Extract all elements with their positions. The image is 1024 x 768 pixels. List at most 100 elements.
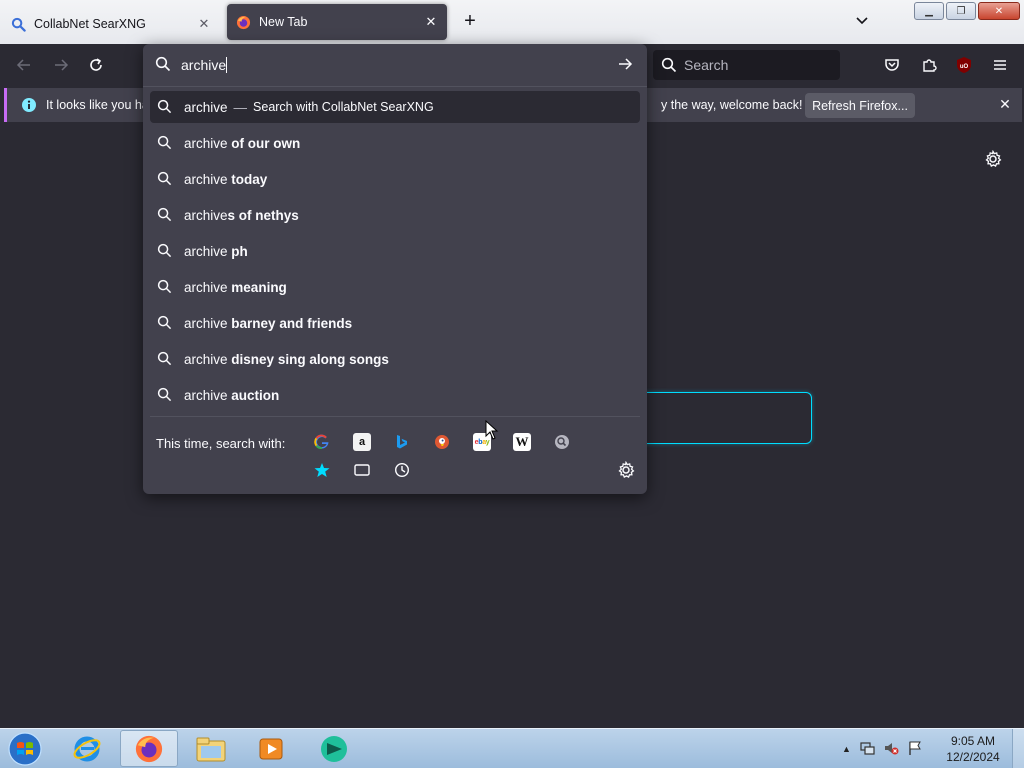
bing-icon[interactable]: [393, 433, 411, 451]
suggestion-suffix: barney and friends: [231, 315, 353, 331]
bookmarks-star-icon[interactable]: [313, 461, 331, 479]
suggestion-prefix: archive: [184, 243, 228, 259]
notice-text-continued: y the way, welcome back!: [661, 98, 803, 112]
maximize-button[interactable]: ❐: [946, 2, 976, 20]
suggestion-suffix: auction: [231, 387, 280, 403]
search-icon: [157, 135, 173, 151]
result-query: archive: [184, 99, 228, 115]
tab-searxng[interactable]: CollabNet SearXNG ✕: [2, 6, 220, 42]
google-icon[interactable]: [313, 433, 331, 451]
divider: [143, 86, 647, 87]
svg-text:uO: uO: [960, 64, 969, 70]
suggestion-prefix: archive: [184, 135, 228, 151]
pocket-icon[interactable]: [882, 55, 902, 75]
page-search-box[interactable]: [640, 392, 812, 444]
suggestion-suffix: meaning: [231, 279, 287, 295]
suggestion-row[interactable]: archive s of nethys: [150, 197, 640, 233]
search-icon: [157, 171, 173, 187]
suggestion-prefix: archive: [184, 387, 228, 403]
search-result-row[interactable]: archive — Search with CollabNet SearXNG: [150, 91, 640, 123]
firefox-taskbar-icon[interactable]: [120, 730, 178, 767]
list-all-tabs-chevron-icon[interactable]: [854, 12, 874, 32]
back-arrow-icon[interactable]: [13, 54, 35, 76]
extensions-puzzle-icon[interactable]: [919, 55, 939, 75]
go-arrow-icon[interactable]: [617, 56, 633, 75]
system-clock[interactable]: 9:05 AM 12/2/2024: [938, 733, 1008, 765]
suggestion-prefix: archive: [184, 171, 228, 187]
reload-icon[interactable]: [85, 54, 107, 76]
history-clock-icon[interactable]: [393, 461, 411, 479]
page-settings-gear-icon[interactable]: [984, 149, 1002, 168]
clock-time: 9:05 AM: [950, 734, 996, 748]
searxng-icon[interactable]: [553, 433, 571, 451]
tabs-icon[interactable]: [353, 461, 371, 479]
tab-strip: CollabNet SearXNG ✕ New Tab ✕ + ▁ ❐ ✕: [0, 0, 1024, 44]
new-tab-button[interactable]: +: [459, 11, 481, 33]
wikipedia-icon[interactable]: W: [513, 433, 531, 451]
suggestion-row[interactable]: archive disney sing along songs: [150, 341, 640, 377]
minimize-button[interactable]: ▁: [914, 2, 944, 20]
mouse-pointer-icon: [485, 419, 499, 440]
suggestion-row[interactable]: archive today: [150, 161, 640, 197]
divider: [150, 416, 640, 417]
forward-arrow-icon[interactable]: [50, 54, 72, 76]
start-button[interactable]: [6, 731, 46, 767]
result-separator: —: [233, 99, 248, 115]
search-settings-gear-icon[interactable]: [617, 460, 635, 479]
info-icon: [21, 97, 37, 116]
internet-explorer-icon[interactable]: [58, 730, 116, 767]
show-desktop-button[interactable]: [1012, 729, 1024, 768]
search-icon: [157, 207, 173, 223]
hamburger-menu-icon[interactable]: [990, 55, 1010, 75]
file-explorer-icon[interactable]: [182, 730, 240, 767]
app-taskbar-icon[interactable]: [305, 730, 363, 767]
search-icon: [10, 16, 26, 32]
suggestion-prefix: archive: [184, 279, 228, 295]
search-icon: [157, 279, 173, 295]
show-hidden-icons-chevron-icon[interactable]: ▲: [842, 744, 851, 754]
window-close-button[interactable]: ✕: [978, 2, 1020, 20]
suggestion-prefix: archive: [184, 315, 228, 331]
suggestion-row[interactable]: archive meaning: [150, 269, 640, 305]
address-bar-popup: archive archive — Search with CollabNet …: [143, 44, 647, 494]
tab-title: CollabNet SearXNG: [34, 17, 146, 31]
search-input[interactable]: Search: [653, 50, 840, 80]
windows-taskbar: ▲ 9:05 AM 12/2/2024: [0, 728, 1024, 768]
refresh-firefox-button[interactable]: Refresh Firefox...: [805, 93, 915, 118]
firefox-icon: [235, 14, 251, 30]
suggestion-row[interactable]: archive auction: [150, 377, 640, 413]
search-icon: [155, 56, 171, 75]
network-icon[interactable]: [859, 740, 875, 759]
search-icon: [661, 57, 677, 73]
search-icon: [157, 99, 173, 115]
search-icon: [157, 387, 173, 403]
action-center-flag-icon[interactable]: [907, 740, 923, 759]
suggestion-row[interactable]: archive barney and friends: [150, 305, 640, 341]
suggestion-prefix: archive: [184, 207, 228, 223]
result-action: Search with CollabNet SearXNG: [253, 100, 434, 114]
suggestion-suffix: ph: [231, 243, 248, 259]
suggestion-suffix: of our own: [231, 135, 301, 151]
tab-close-icon[interactable]: ✕: [196, 16, 212, 32]
notice-close-icon[interactable]: ✕: [997, 96, 1013, 112]
suggestion-list: archive — Search with CollabNet SearXNG …: [150, 91, 640, 413]
ublock-origin-icon[interactable]: uO: [954, 55, 974, 75]
notice-text: It looks like you ha: [46, 98, 149, 112]
tab-title: New Tab: [259, 15, 308, 29]
search-icon: [157, 315, 173, 331]
suggestion-row[interactable]: archive ph: [150, 233, 640, 269]
suggestion-row[interactable]: archive of our own: [150, 125, 640, 161]
clock-date: 12/2/2024: [946, 750, 1000, 764]
volume-muted-icon[interactable]: [883, 740, 899, 759]
address-bar-input[interactable]: archive: [143, 44, 647, 86]
address-bar-text: archive: [181, 57, 228, 73]
search-icon: [157, 243, 173, 259]
duckduckgo-icon[interactable]: [433, 433, 451, 451]
suggestion-prefix: archive: [184, 351, 228, 367]
window-controls: ▁ ❐ ✕: [914, 2, 1020, 20]
amazon-icon[interactable]: a: [353, 433, 371, 451]
tab-new-tab[interactable]: New Tab ✕: [227, 4, 447, 40]
tab-close-icon[interactable]: ✕: [423, 14, 439, 30]
media-player-icon[interactable]: [242, 730, 300, 767]
suggestion-suffix: today: [231, 171, 268, 187]
